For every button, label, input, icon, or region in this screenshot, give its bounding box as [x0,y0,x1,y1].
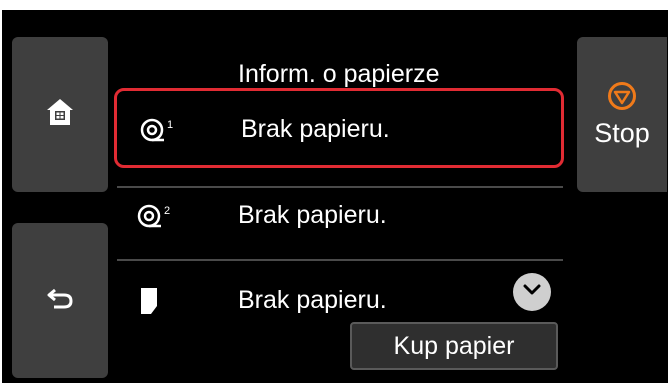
roll-2-icon: 2 [136,201,176,231]
divider [117,259,563,261]
svg-text:1: 1 [167,119,173,131]
stop-label: Stop [594,117,650,148]
chevron-down-icon [523,283,541,301]
stop-icon [607,81,637,116]
sheet-icon [136,286,176,316]
row-label: Brak papieru. [241,115,390,143]
stop-button[interactable]: Stop [577,37,667,192]
back-button[interactable] [12,223,108,378]
home-button[interactable] [12,37,108,192]
back-arrow-icon [46,287,74,314]
paper-row-roll-1[interactable]: 1 Brak papieru. [114,88,564,168]
home-icon [45,97,75,132]
row-label: Brak papieru. [238,286,387,314]
buy-paper-button[interactable]: Kup papier [350,322,558,370]
paper-row-roll-2[interactable]: 2 Brak papieru. [114,177,564,257]
scroll-down-button[interactable] [513,273,551,311]
row-label: Brak papieru. [238,201,387,229]
printer-screen: Stop Inform. o papierze 1 Brak papieru. … [2,10,668,383]
svg-text:2: 2 [164,205,170,217]
page-title: Inform. o papierze [238,60,440,88]
roll-1-icon: 1 [139,115,179,145]
